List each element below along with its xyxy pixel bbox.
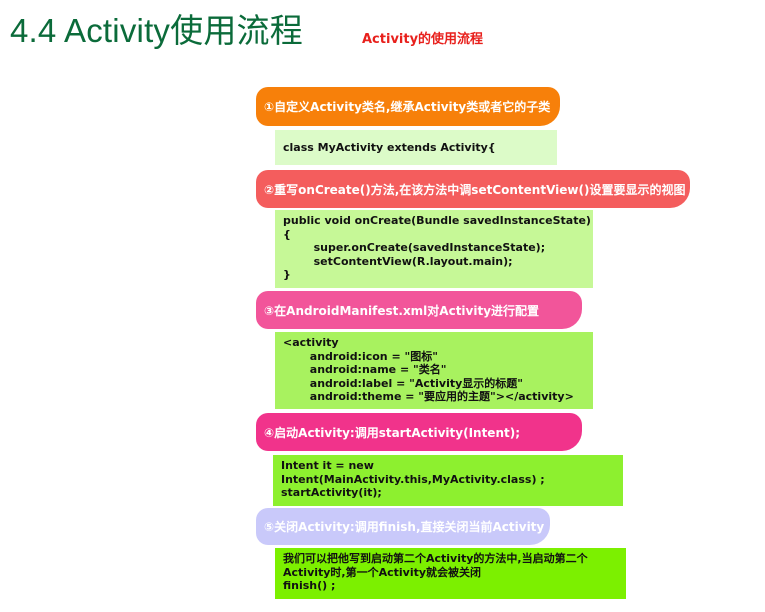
- step-4-header: ④启动Activity:调用startActivity(Intent);: [256, 413, 582, 451]
- diagram-subtitle: Activity的使用流程: [362, 32, 484, 47]
- step-5-code: 我们可以把他写到启动第二个Activity的方法中,当启动第二个 Activit…: [275, 548, 626, 599]
- step-1-code: class MyActivity extends Activity{: [275, 130, 557, 165]
- step-2-code: public void onCreate(Bundle savedInstanc…: [275, 210, 593, 288]
- step-5-header: ⑤关闭Activity:调用finish,直接关闭当前Activity: [256, 508, 550, 545]
- step-3-header: ③在AndroidManifest.xml对Activity进行配置: [256, 291, 582, 329]
- step-2-header: ②重写onCreate()方法,在该方法中调setContentView()设置…: [256, 170, 690, 208]
- page-title: 4.4 Activity使用流程: [10, 12, 303, 49]
- step-1-header: ①自定义Activity类名,继承Activity类或者它的子类: [256, 87, 560, 126]
- step-4-code: Intent it = new Intent(MainActivity.this…: [273, 455, 623, 506]
- step-3-code: <activity android:icon = "图标" android:na…: [275, 332, 593, 409]
